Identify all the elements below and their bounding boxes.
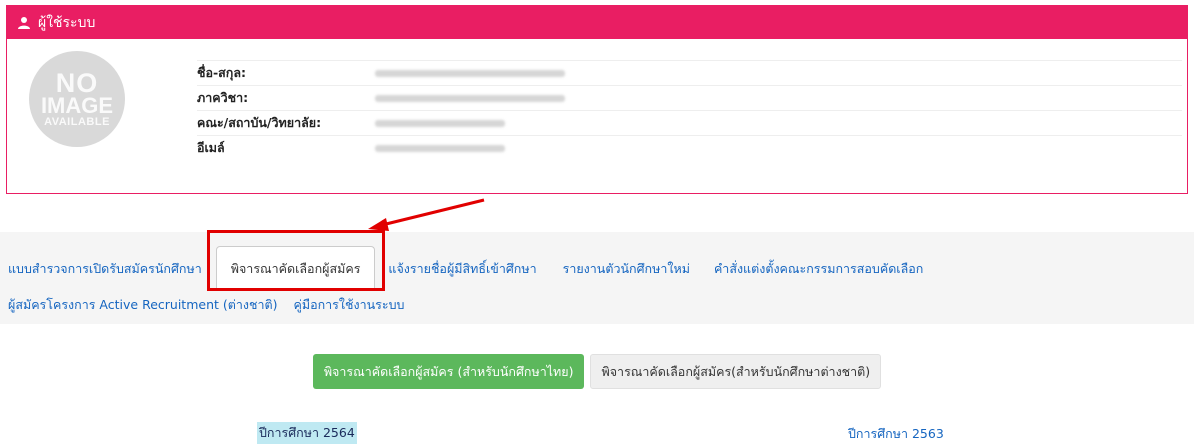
name-value-redacted [375,69,565,77]
info-row-faculty: คณะ/สถาบัน/วิทยาลัย: [197,110,1182,135]
academic-year-2563[interactable]: ปีการศึกษา 2563 [848,424,944,444]
photo-text-available: AVAILABLE [44,116,110,129]
tab-user-manual[interactable]: คู่มือการใช้งานระบบ [293,295,404,315]
user-panel: ผู้ใช้ระบบ NO IMAGE AVAILABLE ชื่อ-สกุล:… [6,5,1188,194]
name-label: ชื่อ-สกุล: [197,65,247,80]
info-row-email: อีเมล์ [197,135,1182,160]
info-row-department: ภาควิชา: [197,85,1182,110]
tab-consider-applicants[interactable]: พิจารณาคัดเลือกผู้สมัคร [215,246,376,289]
email-value-redacted [375,144,505,152]
user-info-table: ชื่อ-สกุล: ภาควิชา: คณะ/สถาบัน/วิทยาลัย:… [197,60,1182,160]
consider-foreign-button[interactable]: พิจารณาคัดเลือกผู้สมัคร(สำหรับนักศึกษาต่… [590,354,882,389]
faculty-label: คณะ/สถาบัน/วิทยาลัย: [197,115,322,130]
photo-text-image: IMAGE [40,93,114,119]
department-value-redacted [375,94,565,102]
department-label: ภาควิชา: [197,90,249,105]
tab-new-student-report[interactable]: รายงานตัวนักศึกษาใหม่ [563,259,690,289]
user-panel-header: ผู้ใช้ระบบ [7,6,1187,39]
academic-year-2564[interactable]: ปีการศึกษา 2564 [257,422,357,444]
faculty-value-redacted [375,119,505,127]
consider-thai-button[interactable]: พิจารณาคัดเลือกผู้สมัคร (สำหรับนักศึกษาไ… [312,354,585,389]
email-label: อีเมล์ [197,140,225,155]
student-type-buttons: พิจารณาคัดเลือกผู้สมัคร (สำหรับนักศึกษาไ… [0,354,1194,389]
tab-row-2: ผู้สมัครโครงการ Active Recruitment (ต่าง… [0,293,404,317]
tab-row-1: แบบสำรวจการเปิดรับสมัครนักศึกษา พิจารณาค… [0,246,1194,289]
user-icon [18,16,30,29]
info-row-name: ชื่อ-สกุล: [197,60,1182,85]
tab-survey[interactable]: แบบสำรวจการเปิดรับสมัครนักศึกษา [8,259,202,289]
annotation-arrow-icon [368,198,485,231]
tab-committee-order[interactable]: คำสั่งแต่งตั้งคณะกรรมการสอบคัดเลือก [714,259,923,289]
user-panel-title: ผู้ใช้ระบบ [38,14,96,31]
tab-active-recruitment[interactable]: ผู้สมัครโครงการ Active Recruitment (ต่าง… [8,295,277,315]
profile-photo-placeholder: NO IMAGE AVAILABLE [29,51,125,147]
tab-announce-eligible[interactable]: แจ้งรายชื่อผู้มีสิทธิ์เข้าศึกษา [388,259,536,289]
